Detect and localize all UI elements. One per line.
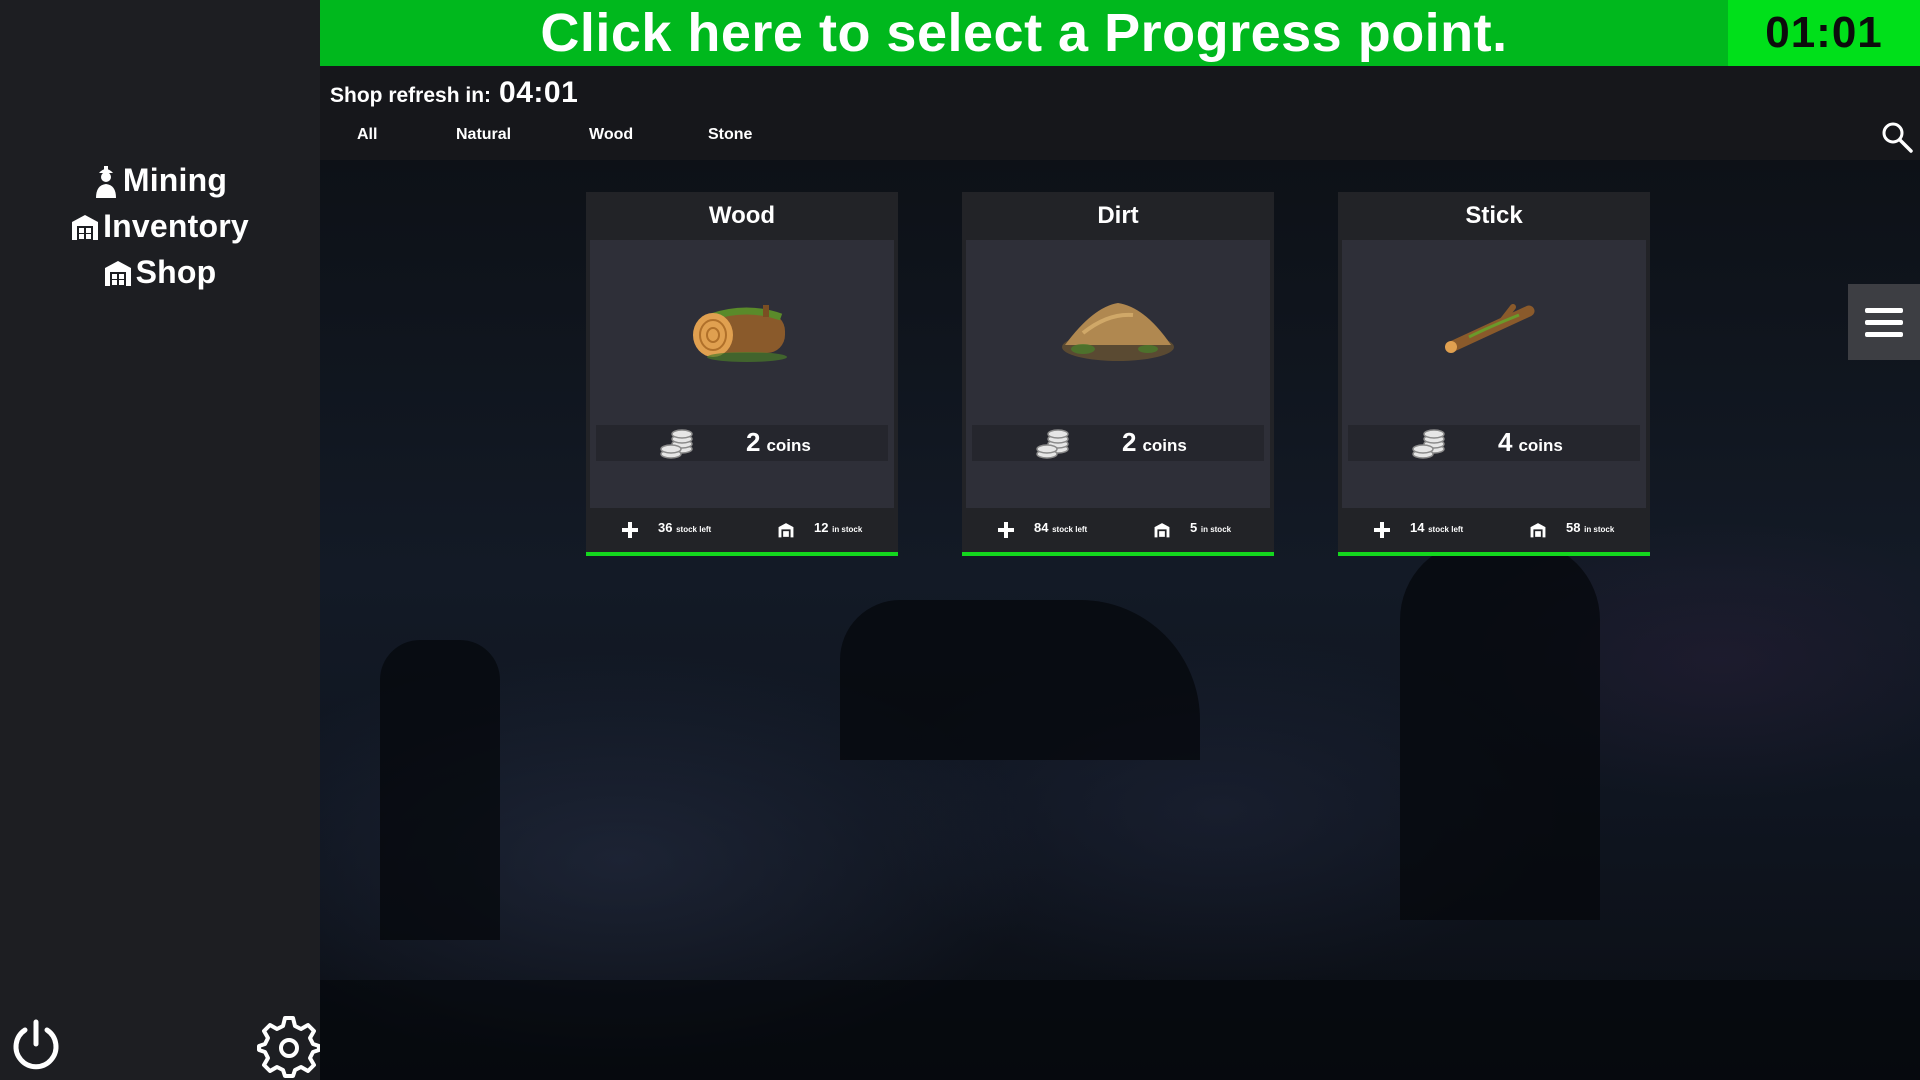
warehouse-icon: [1530, 523, 1546, 538]
shop-refresh: Shop refresh in: 04:01: [330, 76, 578, 110]
card-body: 2 coins: [966, 240, 1270, 508]
price-bar: 2 coins: [972, 425, 1264, 461]
power-icon[interactable]: [8, 1016, 64, 1072]
card-footer: 14 stock left 58 in stock: [1338, 508, 1650, 552]
miner-icon: [95, 165, 116, 198]
price: 2 coins: [1122, 425, 1187, 461]
dirt-pile-image: [966, 270, 1270, 390]
card-footer: 36 stock left 12 in stock: [586, 508, 898, 552]
nav-mining[interactable]: Mining: [0, 162, 320, 199]
stick-image: [1342, 270, 1646, 390]
hamburger-line: [1865, 331, 1903, 337]
card-title: Wood: [708, 202, 776, 229]
in-stock: 12 in stock: [814, 520, 862, 535]
in-stock-label: in stock: [832, 525, 863, 534]
shop-header: Shop refresh in: 04:01 All Natural Wood …: [320, 66, 1920, 160]
stock-left-value: 14: [1410, 520, 1425, 535]
coins-icon: [660, 429, 693, 459]
refresh-label: Shop refresh in:: [330, 84, 492, 107]
price-unit: coins: [1142, 436, 1187, 455]
sidebar: Mining Inventory Shop: [0, 0, 321, 1080]
card-footer: 84 stock left 5 in stock: [962, 508, 1274, 552]
card-body: 4 coins: [1342, 240, 1646, 508]
in-stock-value: 12: [814, 520, 829, 535]
tab-wood[interactable]: Wood: [589, 126, 633, 144]
price-unit: coins: [1518, 436, 1563, 455]
nav-inventory[interactable]: Inventory: [0, 208, 320, 245]
shop-card-dirt[interactable]: Dirt 2 coins 84 stock left 5 in stock: [962, 192, 1274, 556]
background-tree: [380, 640, 500, 940]
price-value: 2: [1122, 427, 1137, 457]
card-body: 2 coins: [590, 240, 894, 508]
stock-left-value: 84: [1034, 520, 1049, 535]
stock-left-label: stock left: [676, 525, 712, 534]
price: 2 coins: [746, 425, 811, 461]
progress-point-banner[interactable]: Click here to select a Progress point.: [320, 0, 1728, 66]
nav-shop[interactable]: Shop: [0, 254, 320, 291]
session-timer: 01:01: [1728, 0, 1920, 66]
plus-icon[interactable]: [996, 520, 1016, 540]
card-title: Stick: [1465, 202, 1523, 229]
price-value: 4: [1498, 427, 1513, 457]
price: 4 coins: [1498, 425, 1563, 461]
tab-natural[interactable]: Natural: [456, 126, 511, 144]
hamburger-line: [1865, 319, 1903, 325]
hamburger-icon[interactable]: [1848, 284, 1920, 360]
stock-left: 84 stock left: [1034, 520, 1087, 535]
in-stock-value: 58: [1566, 520, 1581, 535]
stock-left-label: stock left: [1428, 525, 1464, 534]
card-title: Dirt: [1097, 202, 1139, 229]
in-stock-value: 5: [1190, 520, 1198, 535]
background-ruin: [840, 600, 1200, 760]
stock-left: 36 stock left: [658, 520, 711, 535]
nav-shop-label: Shop: [135, 254, 217, 290]
nav-inventory-label: Inventory: [103, 208, 249, 244]
warehouse-icon: [778, 523, 794, 538]
search-icon[interactable]: [1880, 120, 1914, 154]
shop-card-stick[interactable]: Stick 4 coins 14 stock left 58 in stock: [1338, 192, 1650, 556]
banner-text: Click here to select a Progress point.: [540, 3, 1508, 63]
price-unit: coins: [766, 436, 811, 455]
in-stock: 58 in stock: [1566, 520, 1614, 535]
gear-icon[interactable]: [257, 1014, 321, 1078]
warehouse-icon: [1154, 523, 1170, 538]
in-stock: 5 in stock: [1190, 520, 1231, 535]
in-stock-label: in stock: [1584, 525, 1615, 534]
hamburger-line: [1865, 307, 1903, 313]
background-ground: [320, 980, 1920, 1080]
shop-card-wood[interactable]: Wood 2 coins 36 stock left 12 in stock: [586, 192, 898, 556]
wood-log-image: [590, 270, 894, 390]
price-bar: 2 coins: [596, 425, 888, 461]
price-value: 2: [746, 427, 761, 457]
in-stock-label: in stock: [1200, 525, 1232, 534]
background-tree: [1400, 540, 1600, 920]
nav-mining-label: Mining: [122, 162, 228, 198]
coins-icon: [1036, 429, 1069, 459]
shop-main: Wood 2 coins 36 stock left 12 in stock D…: [320, 160, 1920, 1080]
refresh-countdown: 04:01: [499, 76, 579, 109]
coins-icon: [1412, 429, 1445, 459]
warehouse-icon: [72, 214, 99, 240]
plus-icon[interactable]: [1372, 520, 1392, 540]
tab-all[interactable]: All: [357, 126, 377, 144]
plus-icon[interactable]: [620, 520, 640, 540]
stock-left-label: stock left: [1052, 525, 1088, 534]
stock-left: 14 stock left: [1410, 520, 1463, 535]
price-bar: 4 coins: [1348, 425, 1640, 461]
shop-icon: [104, 260, 131, 286]
stock-left-value: 36: [658, 520, 673, 535]
tab-stone[interactable]: Stone: [708, 126, 752, 144]
